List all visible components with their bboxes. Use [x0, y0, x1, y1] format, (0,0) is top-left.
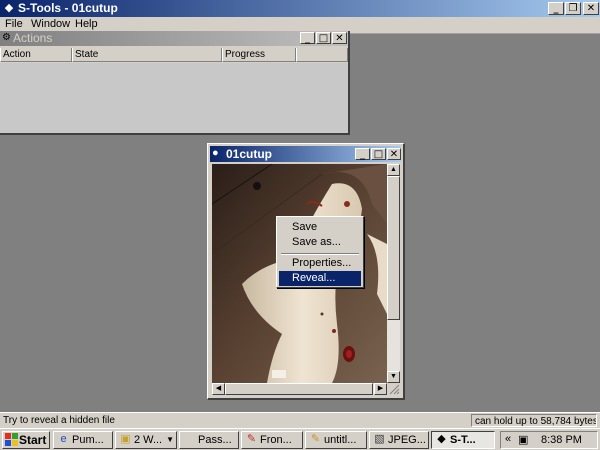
start-label: Start — [19, 433, 47, 447]
status-capacity: can hold up to 58,784 bytes — [471, 414, 597, 427]
horizontal-scrollbar[interactable]: ◀ ▶ — [212, 383, 387, 395]
windows-logo-icon — [5, 433, 18, 446]
taskbar-button-pass[interactable]: Pass... — [179, 431, 239, 449]
menu-item-save[interactable]: Save — [279, 220, 361, 235]
s-tools-icon: ◆ — [437, 433, 446, 445]
menu-separator — [281, 253, 359, 255]
tray-expand-button[interactable]: « — [505, 433, 511, 445]
context-menu: Save Save as... Properties... Reveal... — [276, 216, 364, 288]
column-action[interactable]: Action — [0, 48, 72, 62]
app-title: S-Tools - 01cutup — [18, 1, 118, 15]
minimize-icon: _ — [305, 33, 310, 44]
frontpage-icon: ✎ — [246, 433, 257, 445]
image-minimize-button[interactable]: _ — [355, 148, 370, 160]
folder-icon: ▣ — [120, 433, 131, 445]
arrow-right-icon: ▶ — [377, 385, 384, 392]
paint-icon: ✎ — [310, 433, 321, 445]
image-title: 01cutup — [226, 147, 273, 161]
ie-icon: e — [60, 433, 67, 445]
image-icon: ● — [212, 147, 219, 159]
column-progress[interactable]: Progress — [222, 48, 296, 62]
taskbar-button-pum[interactable]: e Pum... — [53, 431, 113, 449]
actions-window: ⚙ Actions _ □ ✕ Action State Progress — [0, 31, 350, 135]
actions-maximize-button[interactable]: □ — [316, 32, 331, 44]
maximize-icon: □ — [373, 149, 384, 160]
restore-button[interactable]: ❐ — [565, 2, 581, 15]
taskbar-label: Pum... — [72, 434, 104, 446]
jpeg-icon: ▧ — [374, 433, 385, 445]
size-grip-icon[interactable] — [387, 383, 400, 395]
image-titlebar[interactable]: ● 01cutup _ □ ✕ — [210, 146, 401, 162]
taskbar-label: Fron... — [260, 434, 292, 446]
horizontal-scroll-thumb[interactable] — [225, 383, 373, 395]
chevron-down-icon: ▼ — [166, 435, 174, 444]
taskbar-label: Pass... — [198, 434, 232, 446]
taskbar-label: untitl... — [324, 434, 357, 446]
vertical-scroll-thumb[interactable] — [387, 176, 400, 320]
image-close-button[interactable]: ✕ — [387, 148, 401, 160]
taskbar-button-frontpage[interactable]: ✎ Fron... — [241, 431, 303, 449]
arrow-left-icon: ◀ — [215, 385, 222, 392]
taskbar-label: JPEG... — [388, 434, 426, 446]
close-icon: ✕ — [389, 149, 399, 160]
minimize-icon: _ — [553, 3, 559, 14]
image-maximize-button[interactable]: □ — [371, 148, 386, 160]
vertical-scrollbar[interactable]: ▲ ▼ — [387, 164, 400, 383]
minimize-button[interactable]: _ — [548, 2, 564, 15]
taskbar-label: S-T... — [450, 434, 476, 446]
menu-file[interactable]: File — [5, 18, 23, 30]
s-tools-icon: ◆ — [4, 2, 14, 14]
taskbar: Start e Pum... ▣ 2 W... ▼ Pass... ✎ Fron… — [0, 428, 600, 450]
close-button[interactable]: ✕ — [583, 2, 599, 15]
actions-minimize-button[interactable]: _ — [300, 32, 315, 44]
menu-item-save-as[interactable]: Save as... — [279, 235, 361, 250]
scroll-up-button[interactable]: ▲ — [387, 164, 400, 176]
maximize-icon: □ — [318, 33, 329, 44]
menu-item-properties[interactable]: Properties... — [279, 256, 361, 271]
arrow-up-icon: ▲ — [390, 166, 397, 173]
scroll-left-button[interactable]: ◀ — [212, 383, 225, 395]
scroll-down-button[interactable]: ▼ — [387, 371, 400, 383]
menu-window[interactable]: Window — [31, 18, 70, 30]
minimize-icon: _ — [360, 149, 365, 160]
actions-title: Actions — [13, 31, 53, 45]
actions-icon: ⚙ — [2, 32, 11, 43]
app-titlebar[interactable]: ◆ S-Tools - 01cutup _ ❐ ✕ — [0, 0, 600, 17]
taskbar-button-folders[interactable]: ▣ 2 W... ▼ — [115, 431, 177, 449]
close-icon: ✕ — [586, 3, 596, 14]
clock[interactable]: 8:38 PM — [541, 434, 582, 446]
status-bar: Try to reveal a hidden file can hold up … — [0, 412, 600, 429]
blank-icon — [183, 433, 196, 446]
actions-close-button[interactable]: ✕ — [332, 32, 347, 44]
start-button[interactable]: Start — [2, 431, 50, 449]
lock-icon[interactable]: ▣ — [518, 433, 528, 446]
arrow-down-icon: ▼ — [390, 373, 397, 380]
actions-column-header: Action State Progress — [0, 48, 348, 63]
taskbar-button-jpeg[interactable]: ▧ JPEG... — [369, 431, 429, 449]
menu-item-reveal[interactable]: Reveal... — [279, 271, 361, 286]
scroll-right-button[interactable]: ▶ — [374, 383, 387, 395]
taskbar-label: 2 W... — [134, 434, 163, 446]
menu-help[interactable]: Help — [75, 18, 98, 30]
close-icon: ✕ — [335, 33, 344, 44]
actions-list[interactable] — [0, 63, 348, 133]
status-message: Try to reveal a hidden file — [3, 415, 115, 426]
actions-titlebar[interactable]: ⚙ Actions _ □ ✕ — [0, 31, 348, 46]
column-state[interactable]: State — [72, 48, 222, 62]
taskbar-button-paint[interactable]: ✎ untitl... — [305, 431, 367, 449]
restore-icon: ❐ — [568, 3, 578, 14]
column-filler — [296, 48, 348, 62]
taskbar-button-s-tools[interactable]: ◆ S-T... — [431, 431, 495, 449]
system-tray: « ▣ 8:38 PM — [500, 431, 598, 449]
